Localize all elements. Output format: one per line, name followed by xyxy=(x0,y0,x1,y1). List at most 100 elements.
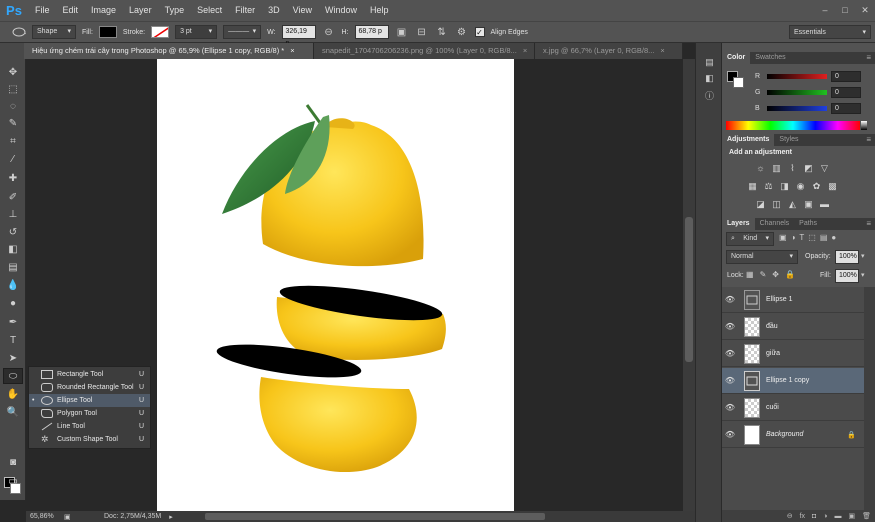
panel-menu-icon[interactable]: ≡ xyxy=(866,134,871,146)
vibrance-icon[interactable]: ▽ xyxy=(819,163,830,173)
color-balance-icon[interactable]: ⚖ xyxy=(763,181,774,191)
blur-tool-icon[interactable]: 💧 xyxy=(3,277,23,293)
fx-icon[interactable]: fx xyxy=(800,513,805,520)
color-spectrum-bw[interactable] xyxy=(861,121,867,130)
close-icon[interactable]: × xyxy=(290,43,294,59)
eraser-tool-icon[interactable]: ◧ xyxy=(3,241,23,257)
blue-slider[interactable] xyxy=(767,105,827,111)
filter-type-icon[interactable]: T xyxy=(799,233,804,245)
link-icon[interactable]: ⊖ xyxy=(322,25,336,39)
horizontal-scroll-thumb[interactable] xyxy=(205,513,545,520)
share-icon[interactable]: ▣ xyxy=(64,513,76,521)
levels-icon[interactable]: ▥ xyxy=(771,163,782,173)
channel-mixer-icon[interactable]: ✿ xyxy=(811,181,822,191)
width-field[interactable]: 326,19 p xyxy=(281,25,316,47)
link-icon[interactable]: ⊖ xyxy=(787,512,793,520)
menu-window[interactable]: Window xyxy=(320,0,365,21)
healing-tool-icon[interactable]: ✚ xyxy=(3,170,23,186)
type-tool-icon[interactable]: T xyxy=(3,332,23,348)
opacity-field[interactable]: 100% xyxy=(835,250,859,264)
tab-document-2[interactable]: snapedit_1704706206236.png @ 100% (Layer… xyxy=(314,43,535,59)
tab-document-1[interactable]: Hiệu ứng chém trái cây trong Photoshop @… xyxy=(24,43,314,59)
new-layer-icon[interactable]: ▣ xyxy=(848,512,855,520)
lock-pixels-icon[interactable]: ✎ xyxy=(760,270,767,279)
green-value[interactable]: 0 xyxy=(831,86,861,98)
history-brush-tool-icon[interactable]: ↺ xyxy=(3,224,23,240)
photo-filter-icon[interactable]: ◉ xyxy=(795,181,806,191)
info-icon[interactable]: ⓘ xyxy=(702,89,717,101)
exposure-icon[interactable]: ◩ xyxy=(803,163,814,173)
history-icon[interactable]: ▤ xyxy=(702,57,717,69)
path-operations-icon[interactable]: ▣ xyxy=(395,25,409,39)
stroke-type-select[interactable]: ——— ▾ xyxy=(223,25,262,39)
zoom-tool-icon[interactable]: 🔍 xyxy=(3,404,23,420)
layer-row[interactable]: 👁 Ellipse 1 xyxy=(722,287,864,313)
group-icon[interactable]: ▬ xyxy=(834,513,841,520)
tab-adjustments[interactable]: Adjustments xyxy=(722,134,775,146)
move-tool-icon[interactable]: ✥ xyxy=(3,64,23,80)
close-window-button[interactable]: ✕ xyxy=(855,0,875,21)
menu-3d[interactable]: 3D xyxy=(263,0,288,21)
layer-filter-select[interactable]: ⌕ Kind ▾ xyxy=(726,232,774,246)
close-icon[interactable]: × xyxy=(660,43,664,59)
filter-smart-icon[interactable]: ▤ xyxy=(820,233,828,245)
menu-layer[interactable]: Layer xyxy=(124,0,160,21)
red-slider[interactable] xyxy=(767,73,827,79)
mode-select[interactable]: Shape ▾ xyxy=(32,25,76,39)
custom-shape-tool-item[interactable]: ✲ Custom Shape Tool U xyxy=(29,433,150,446)
chevron-down-icon[interactable]: ▾ xyxy=(861,252,865,260)
tab-paths[interactable]: Paths xyxy=(794,218,822,230)
layer-row[interactable]: 👁 Background 🔒 xyxy=(722,422,864,448)
menu-help[interactable]: Help xyxy=(365,0,397,21)
lasso-tool-icon[interactable]: ◌ xyxy=(3,98,23,114)
layer-row[interactable]: 👁 giữa xyxy=(722,341,864,367)
gradient-map-icon[interactable]: ▬ xyxy=(819,199,830,209)
rectangle-tool-item[interactable]: Rectangle Tool U xyxy=(29,368,150,381)
blend-mode-select[interactable]: Normal ▾ xyxy=(726,250,798,264)
zoom-level[interactable]: 65,86% xyxy=(30,513,62,520)
hue-saturation-icon[interactable]: ▦ xyxy=(747,181,758,191)
invert-icon[interactable]: ◪ xyxy=(755,199,766,209)
brush-tool-icon[interactable]: ✐ xyxy=(3,189,23,205)
tab-styles[interactable]: Styles xyxy=(774,134,803,146)
ellipse-tool-item[interactable]: • Ellipse Tool U xyxy=(29,394,150,407)
layer-row[interactable]: 👁 cuối xyxy=(722,395,864,421)
stroke-width-field[interactable]: 3 pt ▾ xyxy=(175,25,218,39)
adjustment-icon[interactable]: ◑ xyxy=(823,513,827,520)
maximize-button[interactable]: □ xyxy=(835,0,855,21)
tab-document-3[interactable]: x.jpg @ 66,7% (Layer 0, RGB/8... × xyxy=(535,43,683,59)
posterize-icon[interactable]: ◫ xyxy=(771,199,782,209)
lock-all-icon[interactable]: 🔒 xyxy=(785,270,795,279)
curves-icon[interactable]: ⌇ xyxy=(787,163,798,173)
crop-tool-icon[interactable]: ⌗ xyxy=(3,133,23,149)
marquee-tool-icon[interactable]: ⬚ xyxy=(3,81,23,97)
ellipse-tool-icon[interactable]: ⬭ xyxy=(3,368,23,384)
chevron-down-icon[interactable]: ▾ xyxy=(861,271,865,279)
quick-mask-icon[interactable]: ◙ xyxy=(3,454,23,470)
layer-row-selected[interactable]: 👁 Ellipse 1 copy xyxy=(722,368,864,394)
rounded-rectangle-tool-item[interactable]: Rounded Rectangle Tool U xyxy=(29,381,150,394)
green-slider[interactable] xyxy=(767,89,827,95)
filter-adjustment-icon[interactable]: ◑ xyxy=(791,233,796,245)
eye-icon[interactable]: 👁 xyxy=(722,349,738,358)
tab-swatches[interactable]: Swatches xyxy=(750,52,790,64)
menu-image[interactable]: Image xyxy=(86,0,124,21)
line-tool-item[interactable]: Line Tool U xyxy=(29,420,150,433)
menu-edit[interactable]: Edit xyxy=(58,0,87,21)
color-spectrum[interactable] xyxy=(726,121,860,130)
vertical-scroll-thumb[interactable] xyxy=(685,217,693,362)
quick-select-tool-icon[interactable]: ✎ xyxy=(3,115,23,131)
eyedropper-tool-icon[interactable]: ⁄ xyxy=(3,151,23,167)
screen-mode-icon[interactable]: ▭ xyxy=(3,473,23,489)
lock-position-icon[interactable]: ✥ xyxy=(772,270,779,279)
dodge-tool-icon[interactable]: ● xyxy=(3,295,23,311)
eye-icon[interactable]: 👁 xyxy=(722,322,738,331)
trash-icon[interactable]: 🗑 xyxy=(862,512,871,520)
tab-channels[interactable]: Channels xyxy=(755,218,795,230)
ellipse-preset-icon[interactable] xyxy=(12,25,26,39)
clone-stamp-tool-icon[interactable]: ⊥ xyxy=(3,206,23,222)
hand-tool-icon[interactable]: ✋ xyxy=(3,386,23,402)
fill-swatch[interactable] xyxy=(98,26,117,38)
lock-transparent-icon[interactable]: ▦ xyxy=(746,270,754,279)
align-edges-checkbox[interactable]: ✓ xyxy=(474,27,485,37)
